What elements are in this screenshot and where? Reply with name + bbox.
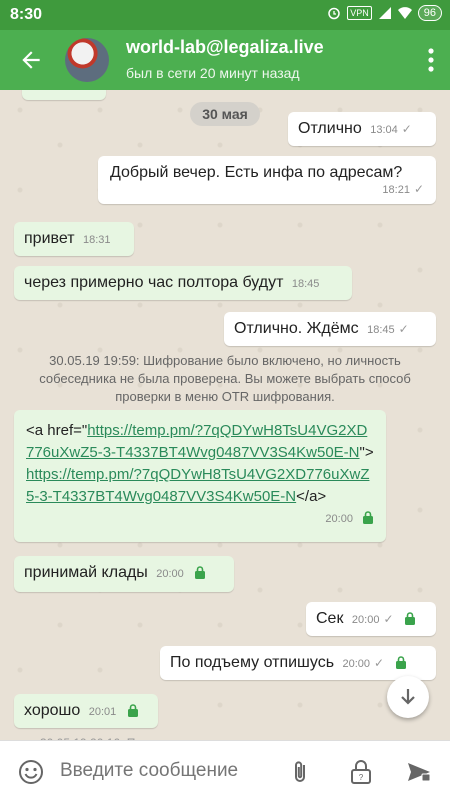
alarm-icon — [328, 7, 340, 20]
sent-check-icon: ✓ — [383, 612, 394, 626]
encryption-notice: 30.05.19 19:59: Шифрование было включено… — [39, 353, 411, 404]
message-time: 13:04 — [370, 124, 398, 136]
message-time: 18:45 — [291, 278, 320, 290]
message-text: через примерно час полтора будут — [24, 274, 284, 291]
html-fragment: <a href=" — [26, 422, 88, 439]
lock-icon — [127, 704, 138, 717]
emoji-icon[interactable] — [18, 759, 44, 785]
sent-check-icon: ✓ — [413, 182, 424, 196]
scroll-to-bottom-button[interactable] — [387, 676, 429, 718]
message-bubble[interactable]: По подъему отпишусь 20:00 ✓ — [160, 646, 436, 680]
message-text: Сек — [316, 610, 344, 627]
sent-check-icon: ✓ — [401, 122, 412, 136]
attach-icon[interactable] — [288, 759, 314, 785]
message-text: хорошо — [24, 702, 81, 719]
status-time: 8:30 — [10, 6, 43, 23]
send-icon[interactable] — [406, 759, 432, 785]
message-text: Отлично — [298, 120, 362, 137]
html-fragment: </a> — [296, 488, 327, 505]
message-time: 18:45 — [367, 324, 395, 336]
message-bubble-partial — [22, 90, 106, 100]
chat-header: world-lab@legaliza.live был в сети 20 ми… — [0, 30, 450, 90]
message-bubble[interactable]: Отлично. Ждёмс 18:45 ✓ — [224, 312, 436, 346]
lock-icon — [363, 511, 373, 524]
status-icons: VPN 96 — [327, 5, 442, 21]
contact-name[interactable]: world-lab@legaliza.live — [126, 37, 324, 58]
lock-icon — [404, 612, 415, 625]
message-bubble[interactable]: через примерно час полтора будут 18:45 — [14, 266, 352, 300]
last-seen-status: был в сети 20 минут назад — [126, 65, 300, 81]
message-time: 20:00 — [351, 614, 380, 626]
message-bubble[interactable]: привет 18:31 — [14, 222, 134, 256]
date-separator: 30 мая — [190, 102, 260, 126]
html-fragment: "> — [359, 444, 374, 461]
status-bar: 8:30 VPN 96 — [0, 0, 450, 30]
message-bubble[interactable]: Добрый вечер. Есть инфа по адресам? 18:2… — [98, 156, 436, 204]
svg-text:?: ? — [359, 773, 364, 782]
message-input-bar: ? — [0, 740, 450, 801]
signal-icon — [378, 7, 391, 19]
message-bubble[interactable]: принимай клады 20:00 — [14, 556, 234, 592]
message-bubble[interactable]: Отлично 13:04 ✓ — [288, 112, 436, 146]
message-text: По подъему отпишусь — [170, 654, 335, 671]
message-bubble[interactable]: <a href="https://temp.pm/?7qQDYwH8TsU4VG… — [14, 410, 386, 542]
message-text: Отлично. Ждёмс — [234, 320, 359, 337]
lock-icon — [195, 566, 206, 579]
message-time: 20:01 — [88, 706, 117, 718]
message-time: 18:31 — [82, 234, 111, 246]
battery-indicator: 96 — [417, 5, 442, 21]
sent-check-icon: ✓ — [398, 322, 409, 336]
sent-check-icon: ✓ — [374, 656, 385, 670]
message-input[interactable] — [60, 760, 270, 782]
message-time: 18:21 — [382, 184, 410, 196]
message-text: привет — [24, 230, 75, 247]
message-list[interactable]: 30 мая Отлично 13:04 ✓ Добрый вечер. Есть… — [0, 90, 450, 740]
message-bubble[interactable]: хорошо 20:01 — [14, 694, 158, 728]
message-text: принимай клады — [24, 564, 148, 581]
more-options-icon[interactable] — [428, 48, 434, 72]
lock-icon — [395, 656, 406, 669]
arrow-down-icon — [401, 689, 415, 705]
back-arrow-icon[interactable] — [18, 47, 44, 73]
message-text: <a href="https://temp.pm/?7qQDYwH8TsU4VG… — [26, 420, 374, 508]
message-time: 20:00 — [156, 568, 184, 580]
message-bubble[interactable]: Сек 20:00 ✓ — [306, 602, 436, 636]
vpn-badge: VPN — [347, 6, 372, 20]
message-time: 20:00 — [325, 513, 353, 525]
encryption-lock-icon[interactable]: ? — [348, 759, 374, 785]
contact-avatar[interactable] — [65, 38, 109, 82]
message-time: 20:00 — [342, 658, 371, 670]
message-text: Добрый вечер. Есть инфа по адресам? — [110, 164, 403, 181]
wifi-icon — [397, 7, 412, 19]
